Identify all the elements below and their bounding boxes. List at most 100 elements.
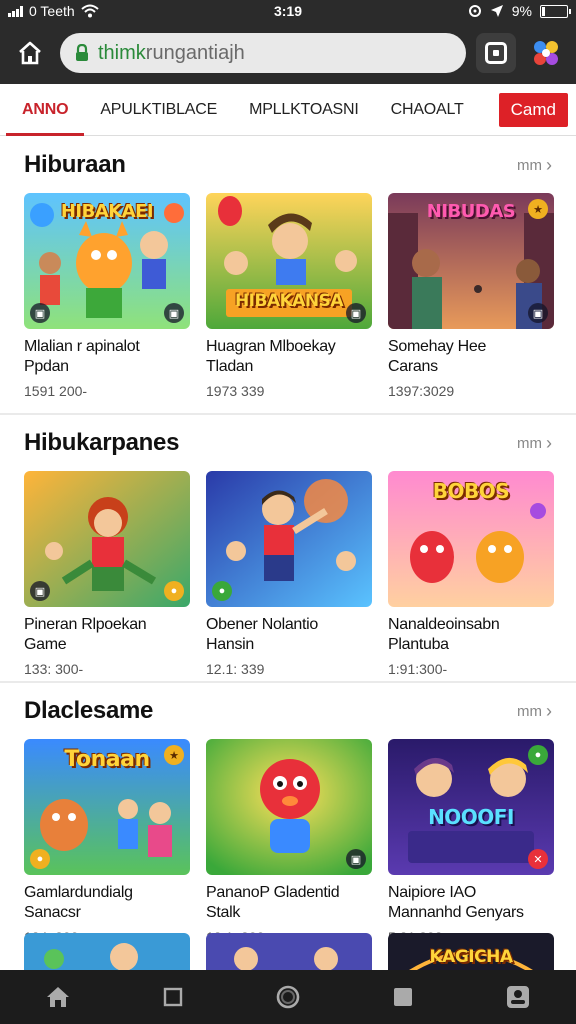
game-thumbnail: NOOOFI ● ✕ xyxy=(388,739,554,875)
platform-icon: ▣ xyxy=(346,849,366,869)
game-thumbnail xyxy=(24,933,190,970)
card-meta: 1591 200- xyxy=(24,383,88,399)
browser-toolbar: thimkrungantiajh xyxy=(0,22,576,84)
battery-icon xyxy=(540,4,571,18)
chevron-right-icon: › xyxy=(546,154,552,175)
thumbnail-title: NOOOFI xyxy=(428,805,514,829)
signal-icon xyxy=(8,5,23,17)
profile-icon xyxy=(507,986,530,1008)
thumbnail-title: KAGICHA xyxy=(429,947,513,967)
see-more-link[interactable]: mm › xyxy=(517,433,552,454)
platform-icon: ● xyxy=(212,581,232,601)
game-card[interactable]: ▣ ● Pineran Rlpoekan Game 133: 300- xyxy=(24,471,190,677)
card-title: PananoP Gladentid Stalk xyxy=(206,883,372,923)
card-title: Naipiore IAO Mannanhd Genyars xyxy=(388,883,554,923)
card-title: Nanaldeoinsabn Plantuba xyxy=(388,615,554,655)
game-thumbnail: BOBOS xyxy=(388,471,554,607)
platform-icon: ▣ xyxy=(528,303,548,323)
game-card[interactable] xyxy=(206,933,372,970)
game-card[interactable]: NIBUDAS ★ ▣ Somehay Hee Carans 1397:3029 xyxy=(388,193,554,399)
home-button[interactable] xyxy=(10,33,50,73)
card-row: HIBAKAEI ▣ ▣ Mlalian r apinalot Ppdan 159… xyxy=(0,193,576,399)
tab-mpllktoasni[interactable]: MPLLKTOASNI xyxy=(233,84,375,136)
tab-chaoalt[interactable]: CHAOALT xyxy=(375,84,480,136)
card-title-line: Nanaldeoinsabn xyxy=(388,616,500,633)
lock-icon xyxy=(76,44,88,61)
platform-icon: ▣ xyxy=(30,581,50,601)
game-card[interactable]: BOBOS Nanaldeoinsabn Plantuba 1:91:300- xyxy=(388,471,554,677)
section-header: Hibukarpanes mm › xyxy=(0,415,576,471)
pinwheel-icon xyxy=(534,41,558,65)
tab-apulktiblace[interactable]: APULKTIBLACE xyxy=(84,84,233,136)
bottom-navigation xyxy=(0,970,576,1024)
location-icon xyxy=(490,5,503,17)
game-card[interactable]: ● Obener Nolantio Hansin 12.1: 339 xyxy=(206,471,372,677)
platform-icon: ▣ xyxy=(30,303,50,323)
game-card[interactable]: HIBAKANSA ▣ Huagran Mlboekay Tladan 1973 … xyxy=(206,193,372,399)
nav-circle-button[interactable] xyxy=(266,975,310,1019)
home-icon xyxy=(19,41,41,65)
platform-icon: ▣ xyxy=(346,303,366,323)
nav-home-button[interactable] xyxy=(36,975,80,1019)
carrier-label: 0 Teeth xyxy=(29,3,75,19)
category-tabs: ANNO APULKTIBLACE MPLLKTOASNI CHAOALT Ca… xyxy=(0,84,576,136)
url-path: rungantiajh xyxy=(145,41,245,64)
card-title-line: Pineran Rlpoekan xyxy=(24,616,147,633)
section-header: Dlaclesame mm › xyxy=(0,683,576,739)
section-title: Hibukarpanes xyxy=(24,429,180,456)
card-title-line: Ppdan xyxy=(24,358,69,375)
content-feed[interactable]: Hiburaan mm › HIBAKAEI ▣ ▣ Mlalian r api… xyxy=(0,137,576,970)
card-title-line: Stalk xyxy=(206,904,241,921)
game-thumbnail: HIBAKAEI ▣ ▣ xyxy=(24,193,190,329)
see-more-label: mm xyxy=(517,434,542,452)
thumbnail-title: BOBOS xyxy=(432,479,510,503)
award-icon: ★ xyxy=(164,745,184,765)
status-left: 0 Teeth xyxy=(8,3,99,19)
card-meta: 1973 339 xyxy=(206,383,265,399)
nav-stop-button[interactable] xyxy=(381,975,425,1019)
card-title-line: Sanacsr xyxy=(24,904,81,921)
cta-button[interactable]: Camd xyxy=(498,92,568,127)
alarm-icon xyxy=(468,5,481,17)
game-thumbnail: NIBUDAS ★ ▣ xyxy=(388,193,554,329)
card-meta: 1397:3029 xyxy=(388,383,455,399)
card-title-line: Gamlardundialg xyxy=(24,884,133,901)
game-card[interactable]: ▣ PananoP GladentidStalk 13.1: 300- xyxy=(206,739,372,945)
card-title-line: Game xyxy=(24,636,67,653)
game-card[interactable]: KAGICHA xyxy=(388,933,554,970)
card-title-line: Naipiore IAO xyxy=(388,884,476,901)
card-title-line: Plantuba xyxy=(388,636,449,653)
game-card[interactable] xyxy=(24,933,190,970)
apps-button[interactable] xyxy=(526,33,566,73)
thumbnail-title: HIBAKAEI xyxy=(60,201,154,222)
game-thumbnail: ● xyxy=(206,471,372,607)
game-thumbnail: KAGICHA xyxy=(388,933,554,970)
url-bar[interactable]: thimkrungantiajh xyxy=(60,33,466,73)
nav-profile-button[interactable] xyxy=(496,975,540,1019)
url-domain: thimk xyxy=(98,41,146,64)
home-icon xyxy=(46,987,69,1007)
tabs-icon xyxy=(485,42,507,64)
wifi-icon xyxy=(81,4,99,18)
see-more-link[interactable]: mm › xyxy=(517,155,552,176)
tabs-button[interactable] xyxy=(476,33,516,73)
card-row: Tonaan ● ★ GamlardundialgSanacsr 134: 30… xyxy=(0,739,576,945)
card-title-line: Huagran Mlboekay xyxy=(206,338,336,355)
card-row: KAGICHA xyxy=(0,933,576,970)
game-card[interactable]: HIBAKAEI ▣ ▣ Mlalian r apinalot Ppdan 159… xyxy=(24,193,190,399)
platform-icon: ● xyxy=(30,849,50,869)
tab-anno[interactable]: ANNO xyxy=(6,84,85,136)
game-card[interactable]: Tonaan ● ★ GamlardundialgSanacsr 134: 30… xyxy=(24,739,190,945)
status-bar: 0 Teeth 3:19 9% xyxy=(0,0,576,22)
see-more-link[interactable]: mm › xyxy=(517,701,552,722)
card-title: Mlalian r apinalot Ppdan xyxy=(24,337,190,377)
card-title: Huagran Mlboekay Tladan xyxy=(206,337,372,377)
card-title-line: Mlalian r apinalot xyxy=(24,338,140,355)
card-meta: 12.1: 339 xyxy=(206,661,265,677)
game-card[interactable]: NOOOFI ● ✕ Naipiore IAO Mannanhd Genyars … xyxy=(388,739,554,945)
square-icon xyxy=(163,987,182,1007)
card-title-line: Carans xyxy=(388,358,438,375)
card-title-line: Obener Nolantio xyxy=(206,616,319,633)
card-title-line: Tladan xyxy=(206,358,254,375)
nav-square-button[interactable] xyxy=(151,975,195,1019)
